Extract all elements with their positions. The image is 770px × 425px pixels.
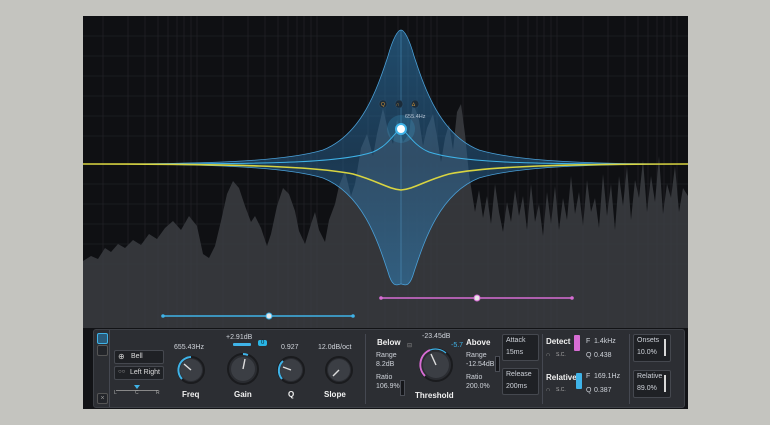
detect-headphones-icon[interactable]: ∩ bbox=[546, 352, 550, 358]
gain-badge[interactable]: 0 bbox=[258, 340, 268, 346]
band-power-button[interactable] bbox=[97, 333, 108, 344]
threshold-knob[interactable] bbox=[416, 345, 456, 385]
search-icon: Q bbox=[381, 102, 385, 108]
detect-q-label: Q bbox=[586, 352, 592, 359]
headphones-icon: ∩ bbox=[396, 102, 400, 108]
lower-range-handle-left[interactable] bbox=[161, 314, 165, 318]
attack-value: 15ms bbox=[506, 349, 524, 356]
slope-knob[interactable] bbox=[322, 353, 356, 387]
gain-knob[interactable] bbox=[224, 350, 262, 388]
relative-f-value[interactable]: 169.1Hz bbox=[594, 373, 620, 380]
relative-q-label: Q bbox=[586, 387, 592, 394]
divider bbox=[542, 334, 543, 404]
freq-knob[interactable] bbox=[174, 353, 208, 387]
relative-amount-box[interactable]: Relative 89.0% bbox=[633, 370, 671, 398]
gain-value: +2.91dB bbox=[226, 334, 253, 341]
onsets-label: Onsets bbox=[637, 337, 660, 344]
pan-left-label: L bbox=[114, 390, 117, 396]
relative-sc-tag[interactable]: S.C. bbox=[556, 387, 566, 393]
plugin-window: 655.4Hz Q ∩ ∆ × ⊕ Bell ○○ Left Right L C… bbox=[83, 16, 688, 409]
stereo-placement-select[interactable]: ○○ Left Right bbox=[114, 366, 164, 380]
relative-q-value[interactable]: 0.387 bbox=[594, 387, 612, 394]
shape-label: Bell bbox=[131, 353, 143, 360]
relative-amount-label: Relative bbox=[637, 373, 663, 380]
threshold-label: Threshold bbox=[415, 391, 454, 400]
detect-title: Detect bbox=[546, 337, 571, 346]
freq-label: Freq bbox=[182, 390, 200, 399]
onsets-meter bbox=[664, 339, 666, 356]
below-title: Below bbox=[377, 338, 401, 347]
gain-label: Gain bbox=[234, 390, 252, 399]
relative-f-label: F bbox=[586, 373, 591, 380]
above-meter bbox=[495, 356, 500, 372]
divider bbox=[365, 334, 366, 404]
shape-select[interactable]: ⊕ Bell bbox=[114, 350, 164, 364]
relative-sidechain-toggle[interactable] bbox=[576, 373, 582, 389]
relative-headphones-icon[interactable]: ∩ bbox=[546, 387, 550, 393]
placement-label: Left Right bbox=[130, 369, 160, 376]
band-control-panel: × ⊕ Bell ○○ Left Right L C R 655.43Hz Fr… bbox=[93, 329, 685, 408]
pan-slider[interactable]: L C R bbox=[114, 385, 160, 397]
q-label: Q bbox=[288, 390, 295, 399]
release-value: 200ms bbox=[506, 383, 528, 390]
below-ratio-label: Ratio bbox=[376, 374, 393, 381]
slope-label: Slope bbox=[324, 390, 346, 399]
above-ratio-label: Ratio bbox=[466, 374, 483, 381]
attack-box[interactable]: Attack 15ms bbox=[502, 334, 539, 361]
bell-shape-icon: ⊕ bbox=[118, 352, 125, 361]
freq-value: 655.43Hz bbox=[174, 344, 204, 351]
upper-range-handle-right[interactable] bbox=[570, 296, 574, 300]
release-box[interactable]: Release 200ms bbox=[502, 368, 539, 395]
upper-range-handle-left[interactable] bbox=[379, 296, 383, 300]
slope-value: 12.0dB/oct bbox=[318, 344, 352, 351]
detect-sc-tag[interactable]: S.C. bbox=[556, 352, 566, 358]
above-range-label: Range bbox=[466, 352, 487, 359]
divider bbox=[109, 330, 110, 407]
pan-handle[interactable] bbox=[134, 385, 140, 389]
relative-amount-value: 89.0% bbox=[637, 385, 657, 392]
threshold-link-icon: ⊟ bbox=[407, 343, 413, 349]
above-range-value[interactable]: -12.54dB bbox=[466, 361, 494, 368]
onsets-value: 10.0% bbox=[637, 349, 657, 356]
pan-right-label: R bbox=[156, 390, 160, 396]
relative-title: Relative bbox=[546, 373, 577, 382]
detect-f-label: F bbox=[586, 338, 591, 345]
band-options-button[interactable] bbox=[97, 345, 108, 356]
lower-range-center[interactable] bbox=[265, 312, 273, 320]
release-label: Release bbox=[506, 371, 532, 378]
q-knob[interactable] bbox=[274, 353, 308, 387]
band-node[interactable] bbox=[395, 123, 407, 135]
below-ratio-value[interactable]: 106.9% bbox=[376, 383, 400, 390]
pan-center-label: C bbox=[135, 390, 139, 396]
onsets-box[interactable]: Onsets 10.0% bbox=[633, 334, 671, 362]
upper-range-center[interactable] bbox=[473, 294, 481, 302]
gain-scale-bar bbox=[233, 343, 251, 346]
lower-range-handle-right[interactable] bbox=[351, 314, 355, 318]
stereo-link-icon: ○○ bbox=[118, 369, 126, 375]
divider bbox=[629, 334, 630, 404]
below-meter bbox=[400, 380, 405, 396]
attack-label: Attack bbox=[506, 337, 526, 344]
detect-f-value[interactable]: 1.4kHz bbox=[594, 338, 616, 345]
detect-sidechain-toggle[interactable] bbox=[574, 335, 580, 351]
threshold-value[interactable]: -23.45dB bbox=[422, 333, 450, 340]
above-ratio-value[interactable]: 200.0% bbox=[466, 383, 490, 390]
band-frequency-tooltip: 655.4Hz bbox=[405, 114, 426, 120]
detect-q-value[interactable]: 0.438 bbox=[594, 352, 612, 359]
relative-amount-meter bbox=[664, 375, 666, 392]
below-range-value[interactable]: 8.2dB bbox=[376, 361, 394, 368]
band-node-mini-buttons: Q ∩ ∆ bbox=[378, 99, 420, 109]
below-range-label: Range bbox=[376, 352, 397, 359]
eq-display[interactable]: 655.4Hz Q ∩ ∆ bbox=[83, 16, 688, 328]
band-close-button[interactable]: × bbox=[97, 393, 108, 404]
above-title: Above bbox=[466, 338, 491, 347]
q-value: 0.927 bbox=[281, 344, 299, 351]
